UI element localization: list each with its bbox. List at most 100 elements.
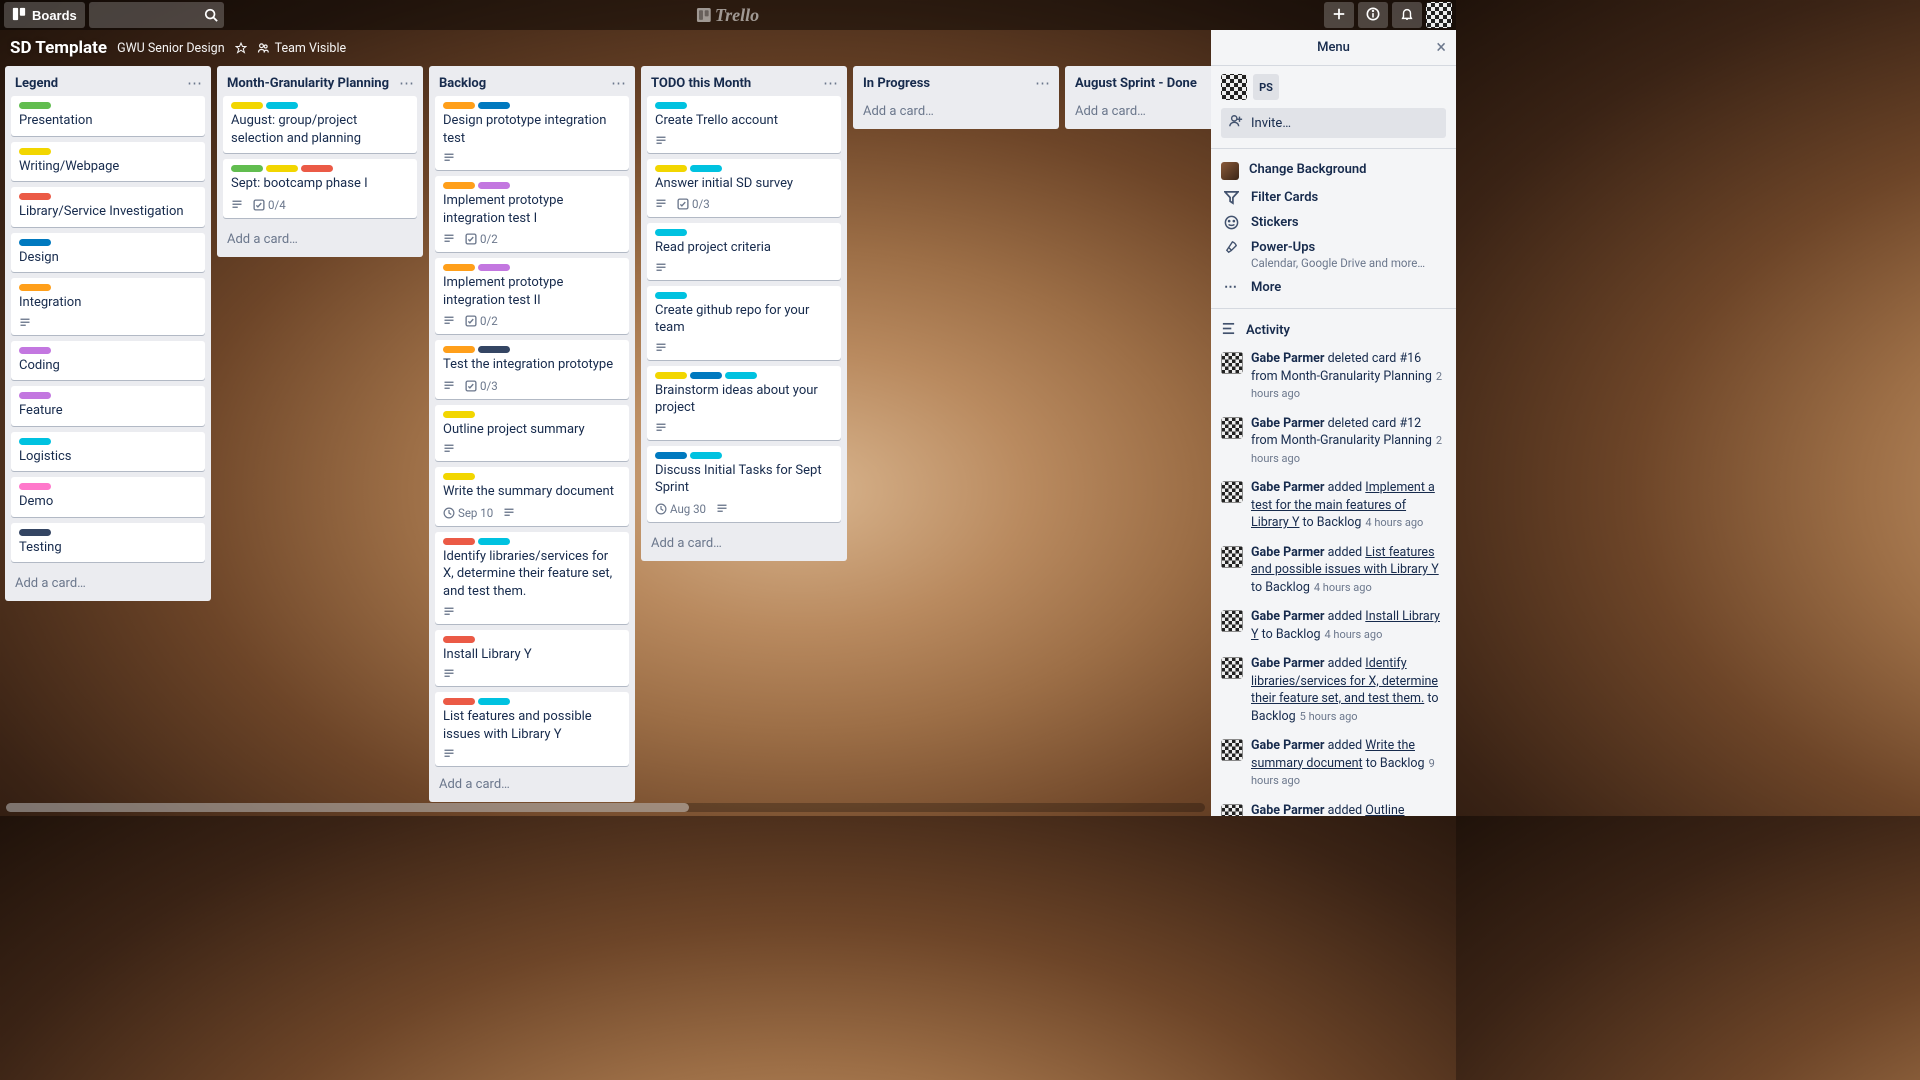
- horizontal-scrollbar[interactable]: [6, 803, 1205, 812]
- activity-icon: [1221, 321, 1236, 340]
- activity-avatar: [1221, 417, 1243, 439]
- member-avatar[interactable]: [1221, 74, 1247, 100]
- invite-label: Invite…: [1251, 116, 1291, 131]
- card[interactable]: August: group/project selection and plan…: [223, 96, 417, 153]
- card[interactable]: Outline project summary: [435, 405, 629, 462]
- search-input[interactable]: [89, 2, 224, 28]
- list-title[interactable]: TODO this Month: [651, 76, 823, 91]
- card[interactable]: Integration: [11, 278, 205, 335]
- list-menu-button[interactable]: ⋯: [1035, 74, 1051, 92]
- card-label: [655, 452, 687, 459]
- visibility-button[interactable]: Team Visible: [257, 41, 347, 56]
- list-title[interactable]: In Progress: [863, 76, 1035, 91]
- filter-icon: [1221, 190, 1241, 205]
- card[interactable]: Write the summary documentSep 10: [435, 467, 629, 526]
- card-label: [690, 165, 722, 172]
- card[interactable]: Library/Service Investigation: [11, 187, 205, 227]
- card[interactable]: Discuss Initial Tasks for Sept SprintAug…: [647, 446, 841, 522]
- card-label: [266, 165, 298, 172]
- card[interactable]: Writing/Webpage: [11, 142, 205, 182]
- card-label: [443, 102, 475, 109]
- card-title: Design prototype integration test: [443, 112, 621, 147]
- team-name[interactable]: GWU Senior Design: [117, 41, 225, 56]
- card-label: [443, 411, 475, 418]
- scrollbar-thumb[interactable]: [6, 803, 689, 812]
- description-badge: [443, 606, 455, 618]
- add-card-button[interactable]: Add a card…: [1065, 96, 1211, 129]
- card[interactable]: Testing: [11, 523, 205, 563]
- activity-avatar: [1221, 352, 1243, 374]
- card-title: Feature: [19, 402, 197, 420]
- card[interactable]: Implement prototype integration test I0/…: [435, 176, 629, 252]
- card[interactable]: Presentation: [11, 96, 205, 136]
- list-title[interactable]: Legend: [15, 76, 187, 91]
- card[interactable]: Design prototype integration test: [435, 96, 629, 170]
- menu-more[interactable]: ⋯ More: [1221, 275, 1446, 300]
- board-name[interactable]: SD Template: [10, 38, 107, 58]
- menu-powerups[interactable]: Power-Ups Calendar, Google Drive and mor…: [1221, 235, 1446, 275]
- card[interactable]: Logistics: [11, 432, 205, 472]
- activity-time: 2 hours ago: [1251, 434, 1442, 465]
- notifications-button[interactable]: [1392, 2, 1422, 28]
- menu-change-background[interactable]: Change Background: [1221, 157, 1446, 185]
- activity-text: Gabe Parmer deleted card #16 from Month-…: [1251, 350, 1446, 403]
- card[interactable]: Demo: [11, 477, 205, 517]
- add-card-button[interactable]: Add a card…: [217, 224, 423, 257]
- activity-item: Gabe Parmer deleted card #16 from Month-…: [1221, 346, 1446, 411]
- info-button[interactable]: [1358, 2, 1388, 28]
- card[interactable]: Read project criteria: [647, 223, 841, 280]
- card[interactable]: Answer initial SD survey0/3: [647, 159, 841, 218]
- info-icon: [1366, 7, 1380, 24]
- card[interactable]: Test the integration prototype0/3: [435, 340, 629, 399]
- card-title: Brainstorm ideas about your project: [655, 382, 833, 417]
- user-avatar[interactable]: [1426, 2, 1452, 28]
- activity-avatar: [1221, 546, 1243, 568]
- menu-close-button[interactable]: ×: [1436, 39, 1446, 57]
- checklist-badge: 0/4: [253, 198, 286, 212]
- boards-button[interactable]: Boards: [4, 2, 85, 28]
- invite-button[interactable]: Invite…: [1221, 108, 1446, 138]
- list-title[interactable]: Backlog: [439, 76, 611, 91]
- card-label: [19, 392, 51, 399]
- card[interactable]: Feature: [11, 386, 205, 426]
- description-badge: [655, 422, 667, 434]
- add-card-button[interactable]: Add a card…: [641, 528, 847, 561]
- list-title[interactable]: Month-Granularity Planning: [227, 76, 399, 91]
- app-logo: Trello: [697, 5, 759, 26]
- due-date-badge: Sep 10: [443, 506, 493, 520]
- card[interactable]: Sept: bootcamp phase I0/4: [223, 159, 417, 218]
- activity-text: Gabe Parmer deleted card #12 from Month-…: [1251, 415, 1446, 468]
- card-title: Create Trello account: [655, 112, 833, 130]
- menu-filter-cards[interactable]: Filter Cards: [1221, 185, 1446, 210]
- card-title: Identify libraries/services for X, deter…: [443, 548, 621, 601]
- member-avatar[interactable]: PS: [1253, 74, 1279, 100]
- star-board-button[interactable]: [235, 42, 247, 54]
- add-card-button[interactable]: Add a card…: [5, 568, 211, 601]
- card[interactable]: Create Trello account: [647, 96, 841, 153]
- card[interactable]: Create github repo for your team: [647, 286, 841, 360]
- list: Legend⋯ Presentation Writing/Webpage Librar…: [5, 66, 211, 601]
- list-menu-button[interactable]: ⋯: [611, 74, 627, 92]
- star-icon: [235, 42, 247, 54]
- card[interactable]: List features and possible issues with L…: [435, 692, 629, 766]
- add-card-button[interactable]: Add a card…: [429, 769, 635, 802]
- add-card-button[interactable]: Add a card…: [853, 96, 1059, 129]
- card[interactable]: Design: [11, 233, 205, 273]
- card[interactable]: Identify libraries/services for X, deter…: [435, 532, 629, 624]
- card[interactable]: Brainstorm ideas about your project: [647, 366, 841, 440]
- list-menu-button[interactable]: ⋯: [823, 74, 839, 92]
- list-menu-button[interactable]: ⋯: [399, 74, 415, 92]
- card[interactable]: Install Library Y: [435, 630, 629, 687]
- card[interactable]: Coding: [11, 341, 205, 381]
- activity-avatar: [1221, 739, 1243, 761]
- card-title: Presentation: [19, 112, 197, 130]
- activity-text: Gabe Parmer added Install Library Y to B…: [1251, 608, 1446, 643]
- menu-stickers[interactable]: Stickers: [1221, 210, 1446, 235]
- list-title[interactable]: August Sprint - Done: [1075, 76, 1211, 91]
- list-menu-button[interactable]: ⋯: [187, 74, 203, 92]
- menu-item-label: Change Background: [1249, 162, 1366, 177]
- description-badge: [231, 199, 243, 211]
- card[interactable]: Implement prototype integration test II0…: [435, 258, 629, 334]
- card-title: Outline project summary: [443, 421, 621, 439]
- create-button[interactable]: [1324, 2, 1354, 28]
